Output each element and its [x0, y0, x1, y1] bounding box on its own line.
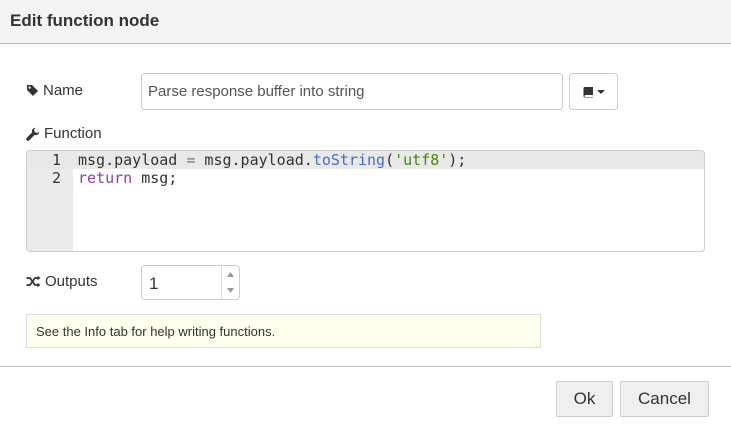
code-token: msg.payload. — [195, 151, 313, 169]
ok-button[interactable]: Ok — [556, 381, 613, 417]
tag-icon — [26, 84, 39, 97]
cancel-button[interactable]: Cancel — [620, 381, 709, 417]
dialog-title: Edit function node — [10, 11, 160, 30]
name-label-text: Name — [43, 82, 84, 99]
outputs-spinner[interactable]: 1 — [141, 265, 240, 300]
outputs-label-text: Outputs — [45, 273, 98, 290]
chevron-down-icon — [227, 288, 234, 294]
code-line[interactable]: 2 return msg; — [27, 169, 704, 187]
line-number: 2 — [51, 169, 61, 187]
function-label-text: Function — [44, 125, 102, 142]
outputs-value[interactable]: 1 — [149, 274, 158, 294]
function-label: Function — [26, 125, 102, 142]
code-text[interactable]: return msg; — [78, 169, 177, 187]
code-token: ( — [385, 151, 395, 169]
spinner-down-button[interactable] — [222, 283, 239, 300]
code-token: toString — [312, 151, 386, 169]
code-token: 'utf8' — [394, 151, 449, 169]
shuffle-icon — [26, 275, 41, 288]
code-text[interactable]: msg.payload = msg.payload.toString('utf8… — [78, 151, 466, 169]
library-button[interactable] — [569, 73, 618, 110]
outputs-label: Outputs — [26, 273, 98, 290]
code-token: msg.payload — [78, 151, 187, 169]
help-tip-text: See the Info tab for help writing functi… — [36, 324, 276, 339]
code-token: msg; — [132, 169, 178, 187]
help-tip: See the Info tab for help writing functi… — [26, 314, 541, 348]
chevron-up-icon — [227, 271, 234, 277]
footer-divider — [0, 366, 731, 367]
code-editor[interactable]: 1 msg.payload = msg.payload.toString('utf… — [26, 150, 705, 252]
spinner-up-button[interactable] — [222, 266, 239, 283]
code-line[interactable]: 1 msg.payload = msg.payload.toString('utf… — [27, 151, 704, 169]
code-token: return — [78, 169, 133, 187]
name-input[interactable] — [141, 73, 563, 110]
book-icon — [583, 86, 594, 98]
wrench-icon — [26, 127, 40, 141]
code-token: ); — [448, 151, 467, 169]
caret-down-icon — [596, 89, 605, 95]
name-label: Name — [26, 82, 83, 99]
line-number: 1 — [51, 151, 61, 169]
dialog-header: Edit function node — [0, 0, 731, 44]
spinner-buttons — [221, 266, 239, 299]
